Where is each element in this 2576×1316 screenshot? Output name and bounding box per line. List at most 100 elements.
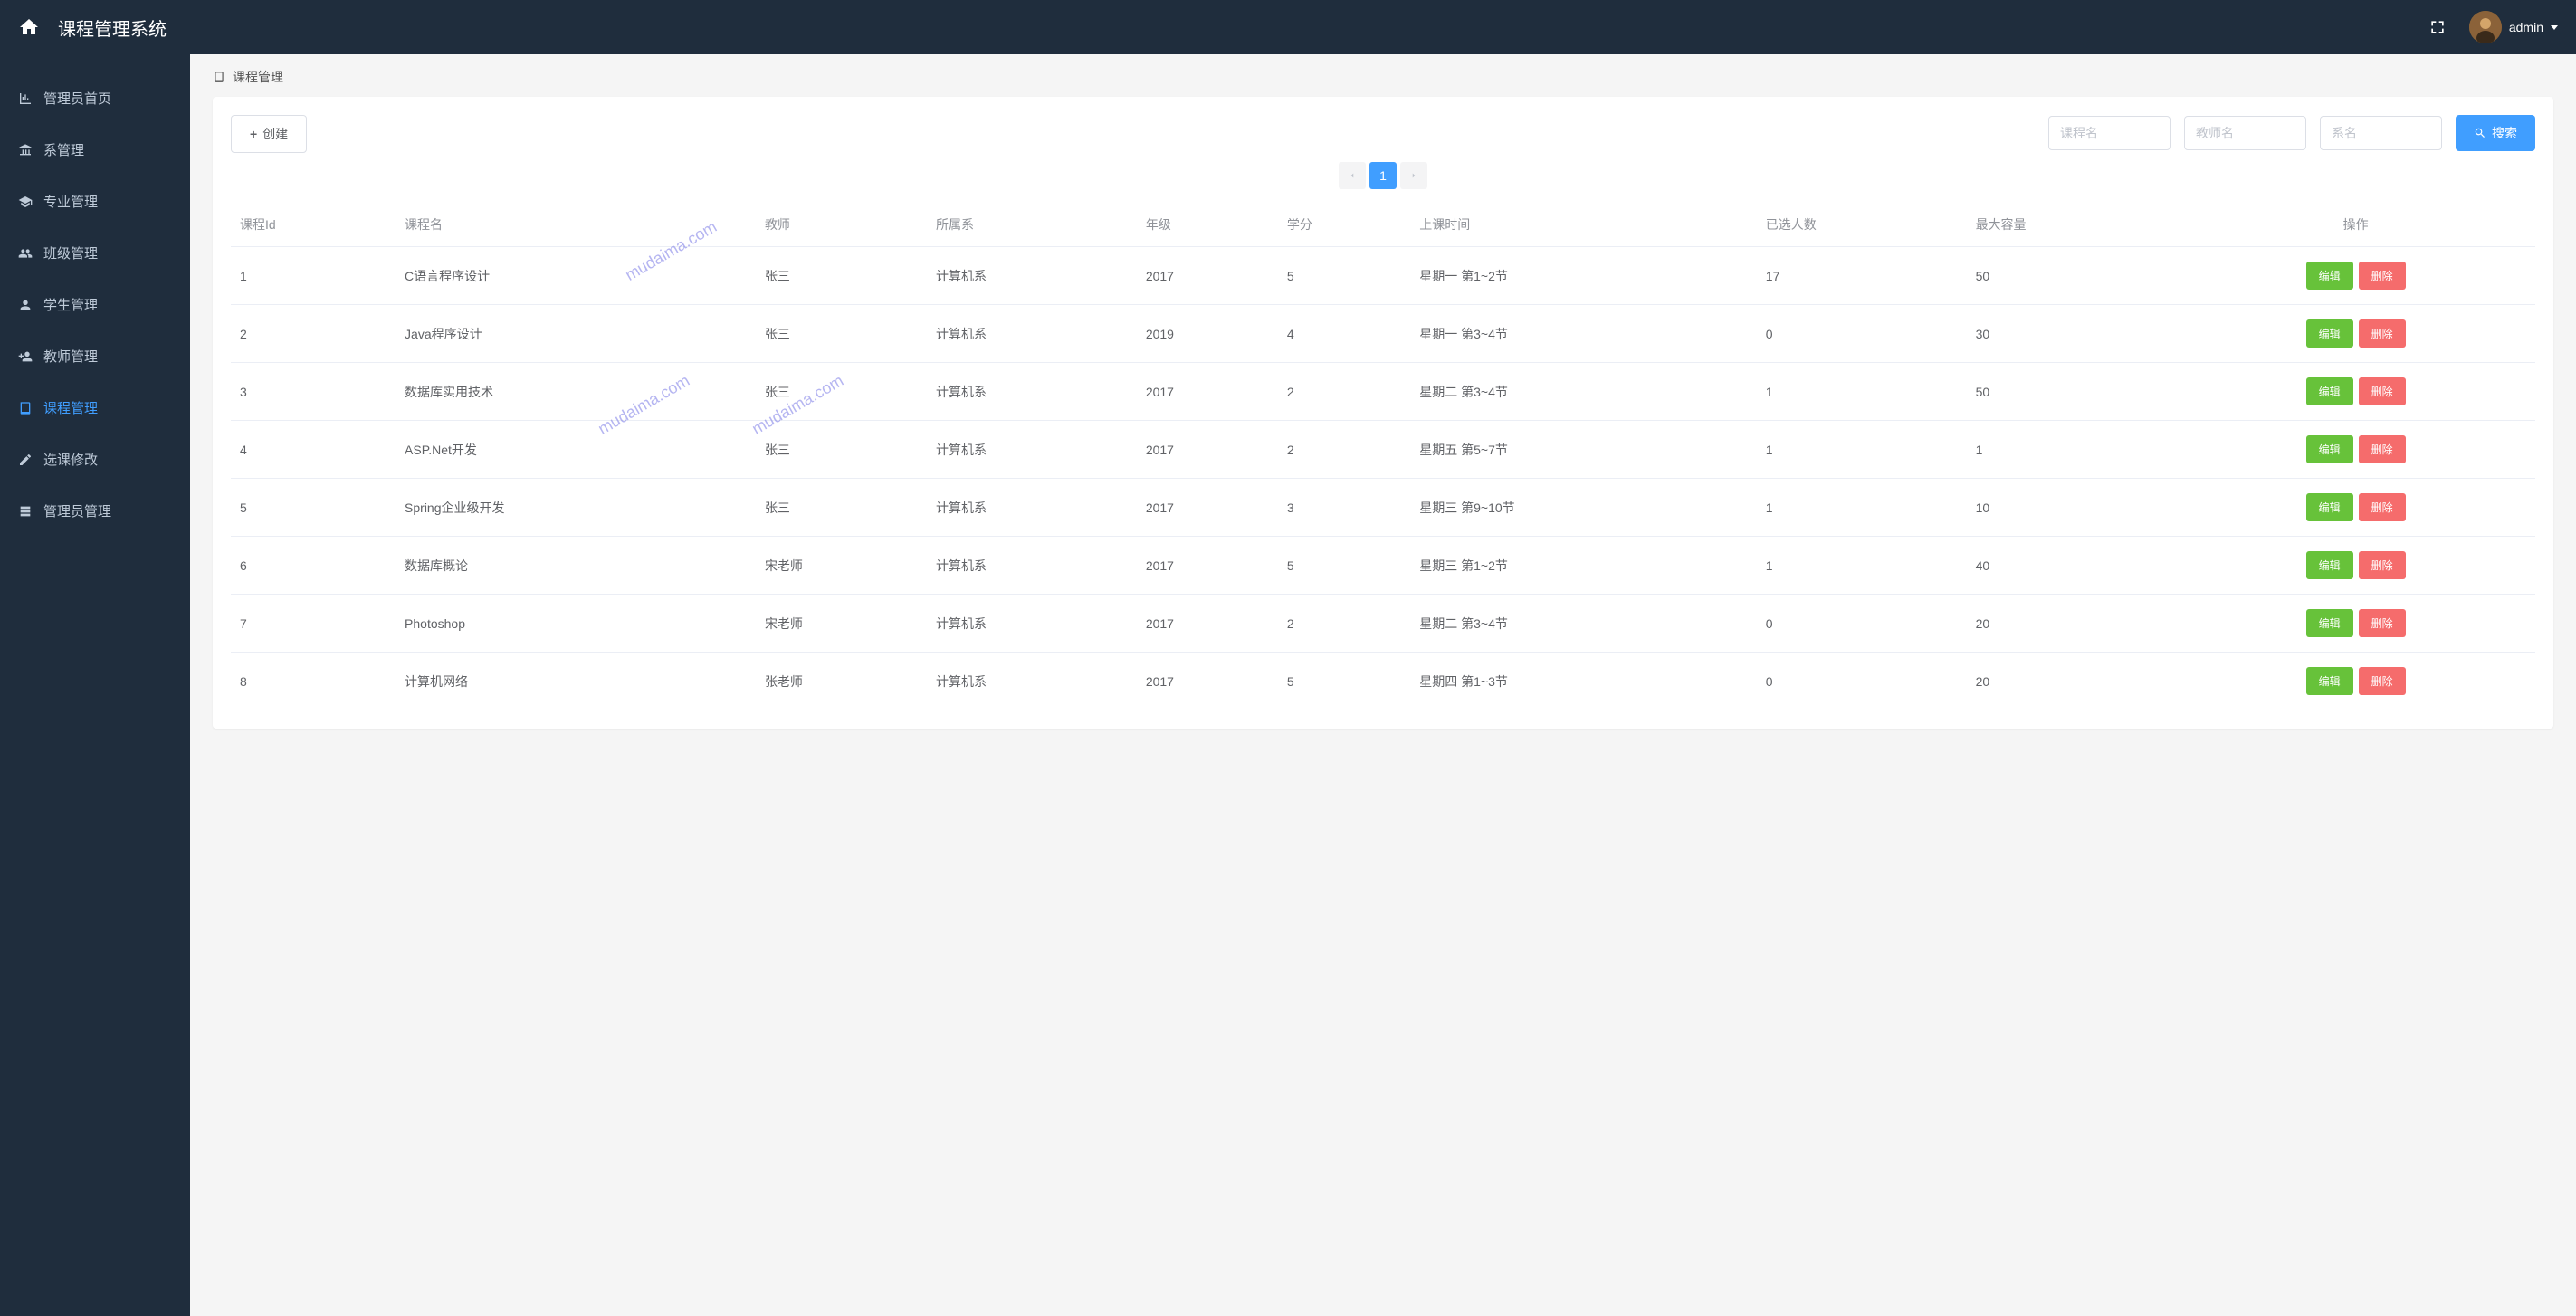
- edit-button[interactable]: 编辑: [2306, 435, 2353, 463]
- sidebar-item-label: 班级管理: [43, 243, 98, 262]
- user-menu[interactable]: admin: [2469, 11, 2558, 43]
- sidebar-item-label: 教师管理: [43, 347, 98, 366]
- page-prev-button[interactable]: [1339, 162, 1366, 189]
- main-content: 课程管理 + 创建 搜索: [190, 54, 2576, 1316]
- cell-dept: 计算机系: [927, 247, 1137, 305]
- cell-time: 星期四 第1~3节: [1410, 653, 1757, 710]
- app-title: 课程管理系统: [58, 14, 167, 41]
- sidebar-item-5[interactable]: 教师管理: [0, 330, 190, 382]
- cell-name: ASP.Net开发: [396, 421, 756, 479]
- delete-button[interactable]: 删除: [2359, 667, 2406, 695]
- sidebar-item-2[interactable]: 专业管理: [0, 176, 190, 227]
- teacher-name-input[interactable]: [2184, 116, 2306, 150]
- sidebar-item-0[interactable]: 管理员首页: [0, 72, 190, 124]
- cell-time: 星期一 第1~2节: [1410, 247, 1757, 305]
- cell-time: 星期三 第1~2节: [1410, 537, 1757, 595]
- sidebar-item-6[interactable]: 课程管理: [0, 382, 190, 434]
- table-header: 学分: [1278, 203, 1410, 247]
- cell-time: 星期三 第9~10节: [1410, 479, 1757, 537]
- edit-button[interactable]: 编辑: [2306, 493, 2353, 521]
- cell-name: 计算机网络: [396, 653, 756, 710]
- table-row: 8计算机网络张老师计算机系20175星期四 第1~3节020编辑删除: [231, 653, 2535, 710]
- edit-icon: [18, 453, 33, 467]
- sidebar: 管理员首页系管理专业管理班级管理学生管理教师管理课程管理选课修改管理员管理: [0, 54, 190, 1316]
- cell-teacher: 宋老师: [756, 537, 927, 595]
- delete-button[interactable]: 删除: [2359, 319, 2406, 348]
- cell-dept: 计算机系: [927, 305, 1137, 363]
- cell-grade: 2017: [1137, 421, 1278, 479]
- chevron-left-icon: [1348, 171, 1357, 180]
- edit-button[interactable]: 编辑: [2306, 377, 2353, 405]
- sidebar-item-1[interactable]: 系管理: [0, 124, 190, 176]
- cell-time: 星期一 第3~4节: [1410, 305, 1757, 363]
- cell-actions: 编辑删除: [2176, 595, 2535, 653]
- users-icon: [18, 246, 33, 261]
- sidebar-item-4[interactable]: 学生管理: [0, 279, 190, 330]
- fullscreen-icon[interactable]: [2428, 18, 2447, 36]
- cell-capacity: 30: [1967, 305, 2177, 363]
- plus-icon: +: [250, 127, 257, 141]
- search-icon: [2474, 127, 2486, 139]
- cell-name: Photoshop: [396, 595, 756, 653]
- cell-enrolled: 0: [1757, 595, 1967, 653]
- header-left: 课程管理系统: [18, 14, 167, 41]
- sidebar-item-8[interactable]: 管理员管理: [0, 485, 190, 537]
- cell-enrolled: 1: [1757, 537, 1967, 595]
- table-header: 操作: [2176, 203, 2535, 247]
- table-row: 5Spring企业级开发张三计算机系20173星期三 第9~10节110编辑删除: [231, 479, 2535, 537]
- table-header: 最大容量: [1967, 203, 2177, 247]
- table-row: 6数据库概论宋老师计算机系20175星期三 第1~2节140编辑删除: [231, 537, 2535, 595]
- table-header: 教师: [756, 203, 927, 247]
- table-header: 课程名: [396, 203, 756, 247]
- delete-button[interactable]: 删除: [2359, 262, 2406, 290]
- sidebar-item-label: 学生管理: [43, 295, 98, 314]
- edit-button[interactable]: 编辑: [2306, 609, 2353, 637]
- cell-dept: 计算机系: [927, 421, 1137, 479]
- cell-time: 星期五 第5~7节: [1410, 421, 1757, 479]
- cell-grade: 2017: [1137, 595, 1278, 653]
- home-icon: [18, 16, 40, 38]
- delete-button[interactable]: 删除: [2359, 609, 2406, 637]
- toolbar: + 创建 搜索: [231, 115, 2535, 153]
- delete-button[interactable]: 删除: [2359, 551, 2406, 579]
- cell-credit: 5: [1278, 653, 1410, 710]
- search-button[interactable]: 搜索: [2456, 115, 2535, 151]
- book-icon: [213, 71, 225, 83]
- sidebar-item-7[interactable]: 选课修改: [0, 434, 190, 485]
- page-next-button[interactable]: [1400, 162, 1427, 189]
- delete-button[interactable]: 删除: [2359, 493, 2406, 521]
- sidebar-item-3[interactable]: 班级管理: [0, 227, 190, 279]
- edit-button[interactable]: 编辑: [2306, 551, 2353, 579]
- delete-button[interactable]: 删除: [2359, 377, 2406, 405]
- page-1-button[interactable]: 1: [1369, 162, 1397, 189]
- table-row: 7Photoshop宋老师计算机系20172星期二 第3~4节020编辑删除: [231, 595, 2535, 653]
- dept-name-input[interactable]: [2320, 116, 2442, 150]
- cell-time: 星期二 第3~4节: [1410, 595, 1757, 653]
- cell-dept: 计算机系: [927, 537, 1137, 595]
- cell-time: 星期二 第3~4节: [1410, 363, 1757, 421]
- sidebar-item-label: 管理员管理: [43, 501, 111, 520]
- cell-dept: 计算机系: [927, 595, 1137, 653]
- cell-actions: 编辑删除: [2176, 305, 2535, 363]
- cell-enrolled: 1: [1757, 479, 1967, 537]
- user-plus-icon: [18, 349, 33, 364]
- cell-capacity: 20: [1967, 653, 2177, 710]
- cell-capacity: 50: [1967, 247, 2177, 305]
- avatar: [2469, 11, 2502, 43]
- caret-down-icon: [2551, 25, 2558, 30]
- edit-button[interactable]: 编辑: [2306, 262, 2353, 290]
- cell-name: Java程序设计: [396, 305, 756, 363]
- edit-button[interactable]: 编辑: [2306, 667, 2353, 695]
- user-icon: [18, 298, 33, 312]
- edit-button[interactable]: 编辑: [2306, 319, 2353, 348]
- building-icon: [18, 143, 33, 157]
- cell-teacher: 张三: [756, 305, 927, 363]
- delete-button[interactable]: 删除: [2359, 435, 2406, 463]
- cell-dept: 计算机系: [927, 653, 1137, 710]
- create-button[interactable]: + 创建: [231, 115, 307, 153]
- filters: 搜索: [2048, 115, 2535, 151]
- cell-teacher: 张三: [756, 421, 927, 479]
- cell-credit: 3: [1278, 479, 1410, 537]
- cell-id: 4: [231, 421, 396, 479]
- course-name-input[interactable]: [2048, 116, 2171, 150]
